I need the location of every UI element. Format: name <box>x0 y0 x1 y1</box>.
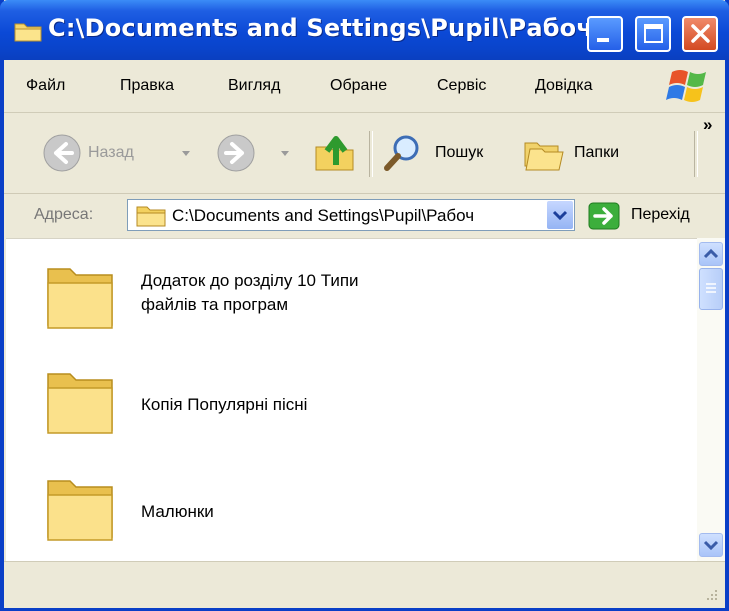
list-item[interactable]: Малюнки <box>6 461 697 561</box>
scroll-up-button[interactable] <box>699 242 723 266</box>
forward-arrow-icon <box>217 134 255 172</box>
folder-icon <box>47 480 113 541</box>
back-button[interactable]: Назад <box>42 133 192 173</box>
folder-icon <box>47 268 113 329</box>
back-arrow-icon <box>43 134 81 172</box>
chevron-down-icon <box>552 210 568 221</box>
explorer-window: C:\Documents and Settings\Pupil\Рабоч...… <box>0 0 729 611</box>
list-item-label: Копія Популярні пісні <box>141 393 441 417</box>
list-item-label-line: Додаток до розділу 10 Типи <box>141 271 359 290</box>
chevron-down-icon <box>703 540 719 551</box>
up-folder-button[interactable] <box>314 133 360 173</box>
list-item-label-line: файлів та програм <box>141 295 289 314</box>
forward-button[interactable] <box>216 133 296 173</box>
menu-bar: Файл Правка Вигляд Обране Сервіс Довідка <box>4 60 725 113</box>
up-folder-icon <box>315 136 354 171</box>
toolbar-separator <box>694 131 698 177</box>
status-bar <box>4 561 725 608</box>
folders-label: Папки <box>574 144 619 161</box>
menu-edit[interactable]: Правка <box>120 77 174 95</box>
maximize-button[interactable] <box>635 16 671 52</box>
menu-view[interactable]: Вигляд <box>228 77 280 95</box>
folder-icon <box>14 23 42 42</box>
title-bar[interactable]: C:\Documents and Settings\Pupil\Рабоч... <box>0 0 729 60</box>
toolbar-separator <box>369 131 373 177</box>
close-button[interactable] <box>682 16 718 52</box>
scroll-down-button[interactable] <box>699 533 723 557</box>
go-label[interactable]: Перехід <box>631 206 690 224</box>
list-item[interactable]: Копія Популярні пісні <box>6 354 697 454</box>
file-list: Додаток до розділу 10 Типи файлів та про… <box>6 238 697 562</box>
folder-icon <box>136 206 166 227</box>
grip-icon <box>706 283 716 293</box>
menu-file[interactable]: Файл <box>26 77 65 95</box>
chevron-down-icon <box>182 151 190 156</box>
chevron-down-icon <box>281 151 289 156</box>
scroll-thumb[interactable] <box>699 268 723 310</box>
address-dropdown-button[interactable] <box>547 201 573 229</box>
back-label: Назад <box>88 144 134 161</box>
address-label: Адреса: <box>34 206 94 223</box>
folders-icon <box>524 142 564 171</box>
menu-favorites[interactable]: Обране <box>330 77 387 95</box>
list-item-label: Додаток до розділу 10 Типи файлів та про… <box>141 269 441 317</box>
folders-button[interactable]: Папки <box>522 133 647 173</box>
menu-help[interactable]: Довідка <box>535 77 593 95</box>
window-title: C:\Documents and Settings\Pupil\Рабоч... <box>48 14 621 42</box>
resize-grip-icon[interactable] <box>703 586 719 602</box>
close-icon <box>691 24 710 43</box>
chevron-up-icon <box>703 248 719 259</box>
list-item-label-line: Малюнки <box>141 502 214 521</box>
address-bar: Адреса: C:\Documents and Settings\Pupil\… <box>4 194 725 238</box>
search-button[interactable]: Пошук <box>382 133 507 173</box>
minimize-icon <box>597 38 609 42</box>
go-arrow-icon[interactable] <box>588 202 620 230</box>
menu-tools[interactable]: Сервіс <box>437 77 486 95</box>
vertical-scrollbar[interactable] <box>697 238 725 561</box>
maximize-icon <box>644 24 663 43</box>
address-value: C:\Documents and Settings\Pupil\Рабоч <box>172 206 475 225</box>
folder-icon <box>47 373 113 434</box>
address-input[interactable]: C:\Documents and Settings\Pupil\Рабоч <box>127 199 575 231</box>
search-icon <box>384 135 419 171</box>
list-item[interactable]: Додаток до розділу 10 Типи файлів та про… <box>6 249 697 349</box>
list-item-label: Малюнки <box>141 500 441 524</box>
minimize-button[interactable] <box>587 16 623 52</box>
search-label: Пошук <box>435 144 484 161</box>
toolbar-overflow-button[interactable]: » <box>703 115 712 135</box>
standard-toolbar: Назад Пошук Папки » <box>4 113 725 194</box>
windows-logo-icon <box>666 70 706 102</box>
list-item-label-line: Копія Популярні пісні <box>141 395 308 414</box>
